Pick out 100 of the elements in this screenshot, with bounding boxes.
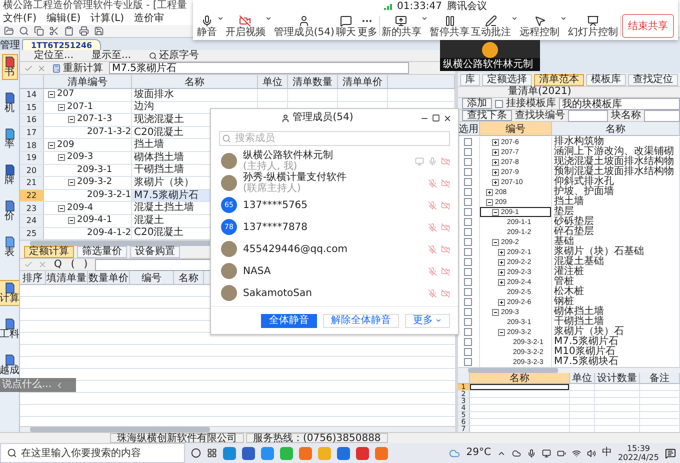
- app-icon[interactable]: [375, 446, 388, 460]
- expand-icon[interactable]: [492, 178, 499, 186]
- camera-off-icon[interactable]: [441, 244, 450, 254]
- caret-icon[interactable]: [560, 14, 567, 22]
- toolbar-button[interactable]: 还原字号: [147, 50, 202, 61]
- menu-item[interactable]: 造价审: [134, 14, 164, 24]
- checkbox[interactable]: [464, 208, 472, 216]
- meeting-button[interactable]: 静音: [197, 14, 217, 38]
- dialog-button[interactable]: 全体静音: [261, 314, 317, 328]
- tab[interactable]: 筛选量价: [77, 246, 127, 258]
- app-icon[interactable]: [356, 446, 369, 460]
- toolbar-button[interactable]: 定位至...: [32, 50, 76, 61]
- checkbox[interactable]: [464, 168, 472, 176]
- app-icon[interactable]: [280, 446, 293, 460]
- sidebar-item[interactable]: 工料: [0, 316, 19, 342]
- collapse-icon[interactable]: [58, 154, 65, 162]
- tab[interactable]: 清单范本: [534, 74, 584, 86]
- document-tab[interactable]: 1TT6T251246: [22, 39, 102, 50]
- checkbox[interactable]: [464, 148, 472, 156]
- app-icon[interactable]: [261, 446, 274, 460]
- collapse-icon[interactable]: [58, 204, 65, 212]
- wifi-icon[interactable]: [572, 448, 581, 458]
- caret-icon[interactable]: [511, 14, 518, 22]
- meeting-button[interactable]: 暂停共享: [430, 14, 470, 38]
- checkbox[interactable]: [464, 298, 472, 306]
- checkbox[interactable]: [464, 188, 472, 196]
- collapse-icon[interactable]: [492, 308, 499, 316]
- collapse-icon[interactable]: [492, 238, 499, 246]
- meeting-button[interactable]: 幻灯片控制: [568, 14, 618, 38]
- meeting-button[interactable]: 新的共享: [381, 14, 422, 38]
- confirm-icon[interactable]: [24, 64, 33, 72]
- recalculate-button[interactable]: 重新计算: [50, 62, 105, 74]
- checkbox[interactable]: [464, 308, 472, 316]
- checkbox[interactable]: [495, 100, 503, 108]
- menu-item[interactable]: 文件(F): [3, 14, 37, 24]
- checkbox[interactable]: [464, 158, 472, 166]
- expand-icon[interactable]: [498, 248, 505, 256]
- expand-icon[interactable]: [492, 138, 499, 146]
- notification-icon[interactable]: [665, 448, 676, 458]
- manage-tab[interactable]: 管理: [0, 39, 20, 50]
- collapse-icon[interactable]: [48, 142, 55, 149]
- monitor-icon[interactable]: [542, 448, 551, 458]
- collapse-icon[interactable]: [486, 198, 493, 206]
- expand-icon[interactable]: [498, 268, 505, 276]
- sidebar-item[interactable]: 率: [2, 126, 18, 152]
- expand-icon[interactable]: [498, 278, 505, 286]
- checkbox[interactable]: [464, 348, 472, 356]
- tab[interactable]: 设备购置: [130, 246, 180, 258]
- find-next-button[interactable]: 查找下条: [462, 110, 512, 121]
- scissors-icon[interactable]: [49, 26, 59, 36]
- expand-icon[interactable]: [498, 298, 505, 306]
- microphone-muted-icon[interactable]: [428, 178, 437, 188]
- copy-icon[interactable]: [34, 26, 44, 36]
- app-icon[interactable]: [223, 446, 236, 460]
- sidebar-item[interactable]: 越成: [0, 352, 19, 378]
- collapse-icon[interactable]: [498, 328, 505, 336]
- formula-key[interactable]: Q: [52, 259, 64, 270]
- member-search-field[interactable]: 搜索成员: [219, 131, 450, 146]
- sidebar-item[interactable]: 书: [2, 54, 18, 80]
- circle-icon[interactable]: [191, 448, 201, 458]
- caret-icon[interactable]: [217, 14, 224, 22]
- microphone-icon[interactable]: [526, 448, 536, 458]
- search-icon[interactable]: [19, 26, 29, 36]
- app-icon[interactable]: [299, 446, 312, 460]
- horizontal-scrollbar[interactable]: [20, 426, 455, 432]
- tab[interactable]: 库: [460, 74, 480, 86]
- meeting-button[interactable]: 开启视频: [225, 14, 266, 38]
- expand-icon[interactable]: [486, 188, 493, 196]
- checkbox[interactable]: [464, 278, 472, 286]
- clipboard-icon[interactable]: [64, 26, 74, 36]
- checkbox[interactable]: [464, 198, 472, 206]
- checkbox[interactable]: [464, 248, 472, 256]
- block-name-field[interactable]: [644, 110, 680, 122]
- sidebar-item[interactable]: 牌: [2, 162, 18, 188]
- microphone-muted-icon[interactable]: [428, 288, 437, 298]
- dialog-button[interactable]: 更多: [405, 314, 450, 328]
- meeting-button[interactable]: 互动批注: [471, 14, 512, 38]
- camera-off-icon[interactable]: [441, 266, 450, 276]
- meeting-button[interactable]: 管理成员(54): [274, 14, 334, 38]
- horizontal-scrollbar[interactable]: [458, 367, 680, 373]
- formula-key[interactable]: ): [82, 259, 90, 270]
- app-icon[interactable]: [242, 446, 255, 460]
- expand-icon[interactable]: [492, 158, 499, 166]
- checkbox[interactable]: [464, 358, 472, 366]
- folder-icon[interactable]: [4, 26, 14, 36]
- dialog-button[interactable]: 解除全体静音: [323, 314, 399, 328]
- caret-icon[interactable]: [421, 14, 428, 22]
- checkbox[interactable]: [464, 288, 472, 296]
- checkbox[interactable]: [464, 328, 472, 336]
- cloud-icon[interactable]: [512, 448, 521, 458]
- menu-item[interactable]: 计算(L): [90, 14, 124, 24]
- camera-off-icon[interactable]: [441, 156, 450, 166]
- microphone-muted-icon[interactable]: [428, 222, 437, 232]
- collapse-icon[interactable]: [48, 91, 55, 98]
- microphone-muted-icon[interactable]: [428, 244, 437, 254]
- tab[interactable]: 模板库: [586, 74, 626, 86]
- sidebar-item[interactable]: 价: [2, 198, 18, 224]
- close-icon[interactable]: [443, 114, 452, 122]
- formula-key[interactable]: (: [68, 259, 77, 270]
- checkbox[interactable]: [464, 178, 472, 186]
